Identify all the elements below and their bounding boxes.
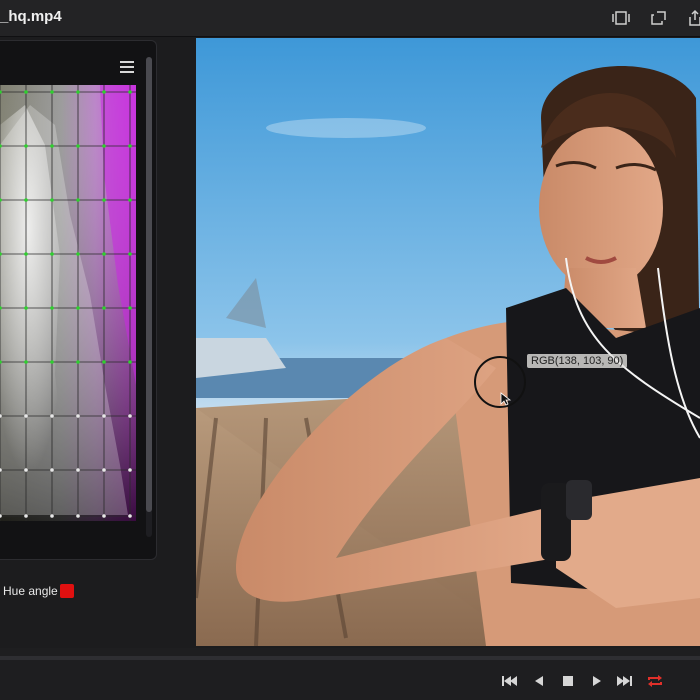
scope-control-point[interactable]	[76, 514, 80, 518]
scope-control-point[interactable]	[50, 468, 54, 472]
scope-control-point[interactable]	[102, 198, 106, 202]
scope-control-point[interactable]	[128, 414, 132, 418]
hue-color-swatch[interactable]	[60, 584, 74, 598]
scope-control-point[interactable]	[76, 90, 80, 94]
hue-scope-panel: Hue angle	[0, 40, 157, 598]
scope-control-point[interactable]	[102, 306, 106, 310]
scope-control-point[interactable]	[50, 90, 54, 94]
scope-control-point[interactable]	[50, 198, 54, 202]
scope-control-point[interactable]	[24, 514, 28, 518]
scope-control-point[interactable]	[102, 514, 106, 518]
scope-control-point[interactable]	[128, 90, 132, 94]
scope-control-point[interactable]	[76, 468, 80, 472]
scope-control-point[interactable]	[102, 144, 106, 148]
scope-control-point[interactable]	[102, 468, 106, 472]
scope-control-point[interactable]	[76, 198, 80, 202]
scope-control-point[interactable]	[24, 360, 28, 364]
transport-bar	[0, 648, 700, 700]
hue-angle-label: Hue angle	[3, 584, 58, 598]
title-bar: _hq.mp4	[0, 0, 700, 37]
clip-icon[interactable]	[611, 9, 631, 27]
scope-control-point[interactable]	[102, 360, 106, 364]
scope-control-point[interactable]	[76, 144, 80, 148]
scope-control-point[interactable]	[128, 306, 132, 310]
window-title: _hq.mp4	[0, 8, 62, 25]
scope-control-point[interactable]	[50, 144, 54, 148]
scope-control-point[interactable]	[50, 360, 54, 364]
scrollbar-thumb[interactable]	[146, 57, 152, 512]
timeline-track[interactable]	[0, 656, 700, 660]
stop-icon[interactable]	[558, 672, 578, 690]
scope-control-point[interactable]	[128, 198, 132, 202]
loop-icon[interactable]	[645, 672, 665, 690]
scope-control-point[interactable]	[128, 360, 132, 364]
rgb-readout: RGB(138, 103, 90)	[527, 354, 628, 368]
scope-control-point[interactable]	[50, 514, 54, 518]
step-back-icon[interactable]	[529, 672, 549, 690]
scope-control-point[interactable]	[50, 306, 54, 310]
play-icon[interactable]	[587, 672, 607, 690]
scope-control-point[interactable]	[102, 90, 106, 94]
scope-control-point[interactable]	[24, 144, 28, 148]
scope-control-point[interactable]	[76, 252, 80, 256]
scope-control-point[interactable]	[24, 198, 28, 202]
hue-scope-graph[interactable]	[0, 85, 136, 521]
share-icon[interactable]	[686, 9, 700, 27]
scope-control-point[interactable]	[24, 252, 28, 256]
scope-control-point[interactable]	[24, 414, 28, 418]
scope-control-point[interactable]	[128, 144, 132, 148]
scope-control-point[interactable]	[24, 90, 28, 94]
skip-forward-icon[interactable]	[615, 672, 635, 690]
skip-back-icon[interactable]	[499, 672, 519, 690]
hamburger-icon[interactable]	[120, 61, 134, 73]
video-viewer[interactable]	[196, 38, 700, 646]
scope-control-point[interactable]	[102, 414, 106, 418]
mouse-cursor-icon	[500, 392, 512, 406]
scope-control-point[interactable]	[50, 252, 54, 256]
popout-icon[interactable]	[649, 9, 669, 27]
scope-control-point[interactable]	[128, 514, 132, 518]
scope-control-point[interactable]	[76, 360, 80, 364]
scope-control-point[interactable]	[128, 468, 132, 472]
scope-control-point[interactable]	[76, 414, 80, 418]
scope-control-point[interactable]	[76, 306, 80, 310]
scope-control-point[interactable]	[24, 468, 28, 472]
scope-control-point[interactable]	[50, 414, 54, 418]
panel-scrollbar[interactable]	[146, 57, 152, 537]
scope-control-point[interactable]	[128, 252, 132, 256]
scope-control-point[interactable]	[102, 252, 106, 256]
scope-control-point[interactable]	[24, 306, 28, 310]
